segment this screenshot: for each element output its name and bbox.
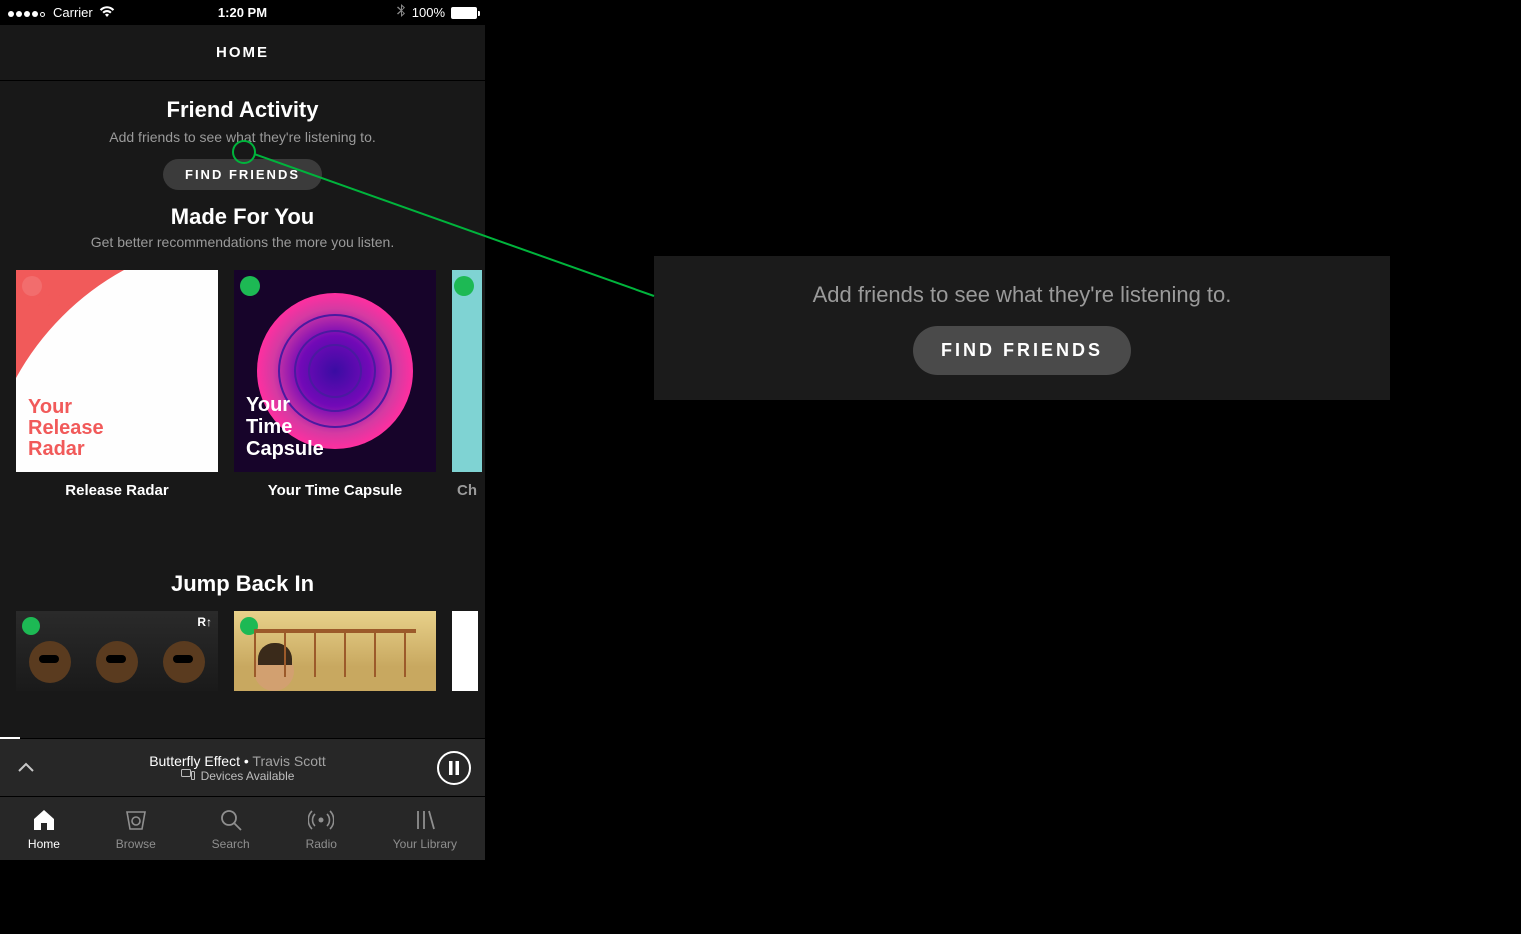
callout-subtitle: Add friends to see what they're listenin…: [813, 282, 1232, 308]
tab-label: Browse: [116, 837, 156, 851]
chevron-up-icon[interactable]: [14, 756, 38, 780]
card-label: Your Time Capsule: [234, 482, 436, 499]
friend-activity-title: Friend Activity: [12, 97, 473, 123]
now-playing-bar[interactable]: Butterfly Effect • Travis Scott Devices …: [0, 738, 485, 796]
tab-bar: Home Browse Search Radio Your Library: [0, 796, 485, 860]
card-release-radar[interactable]: YourReleaseRadar Release Radar: [16, 270, 218, 499]
spotify-logo-icon: [22, 617, 40, 635]
callout-find-friends-button[interactable]: FIND FRIENDS: [913, 326, 1131, 375]
tab-library[interactable]: Your Library: [393, 807, 457, 851]
page-title: HOME: [216, 44, 269, 61]
signal-dots-icon: [8, 5, 47, 20]
now-playing-info[interactable]: Butterfly Effect • Travis Scott Devices …: [48, 753, 427, 783]
cover-release-radar: YourReleaseRadar: [16, 270, 218, 472]
jump-back-in-title: Jump Back In: [0, 571, 485, 597]
made-for-you-subtitle: Get better recommendations the more you …: [12, 234, 473, 250]
pause-button[interactable]: [437, 751, 471, 785]
devices-available: Devices Available: [201, 769, 295, 783]
bluetooth-icon: [397, 4, 406, 21]
now-playing-track: Butterfly Effect: [149, 753, 240, 769]
home-scroll[interactable]: Friend Activity Add friends to see what …: [0, 81, 485, 738]
devices-icon: [181, 769, 195, 783]
cover-time-capsule: YourTimeCapsule: [234, 270, 436, 472]
spotify-logo-icon: [240, 617, 258, 635]
tab-label: Radio: [306, 837, 337, 851]
cover-peek: [452, 270, 482, 472]
phone-frame: Carrier 1:20 PM 100% HOME Friend Activit…: [0, 0, 485, 860]
tab-label: Home: [28, 837, 60, 851]
tab-radio[interactable]: Radio: [306, 807, 337, 851]
spotify-logo-icon: [240, 276, 260, 296]
card-label: Release Radar: [16, 482, 218, 499]
spotify-logo-icon: [454, 276, 474, 296]
wifi-icon: [99, 5, 115, 21]
card-label: Ch: [452, 482, 482, 499]
battery-pct: 100%: [412, 5, 445, 20]
zoom-callout: Add friends to see what they're listenin…: [654, 256, 1390, 400]
find-friends-button[interactable]: FIND FRIENDS: [163, 159, 322, 190]
spotify-logo-icon: [22, 276, 42, 296]
now-playing-sep: •: [240, 753, 252, 769]
card-time-capsule[interactable]: YourTimeCapsule Your Time Capsule: [234, 270, 436, 499]
carrier-label: Carrier: [53, 5, 93, 20]
status-bar: Carrier 1:20 PM 100%: [0, 0, 485, 25]
jbi-card-2[interactable]: [234, 611, 436, 691]
friend-activity-section: Friend Activity Add friends to see what …: [0, 81, 485, 258]
tab-label: Search: [212, 837, 250, 851]
made-for-you-title: Made For You: [12, 204, 473, 230]
jump-back-in-row[interactable]: [0, 611, 485, 691]
jbi-card-3-peek[interactable]: [452, 611, 478, 691]
tab-browse[interactable]: Browse: [116, 807, 156, 851]
made-for-you-row[interactable]: YourReleaseRadar Release Radar: [0, 258, 485, 507]
nav-header: HOME: [0, 25, 485, 81]
card-chill-peek[interactable]: Ch: [452, 270, 482, 499]
tab-search[interactable]: Search: [212, 807, 250, 851]
tab-home[interactable]: Home: [28, 807, 60, 851]
tab-label: Your Library: [393, 837, 457, 851]
battery-icon: [451, 7, 477, 19]
jbi-card-1[interactable]: [16, 611, 218, 691]
now-playing-artist: Travis Scott: [252, 753, 325, 769]
friend-activity-subtitle: Add friends to see what they're listenin…: [12, 129, 473, 145]
